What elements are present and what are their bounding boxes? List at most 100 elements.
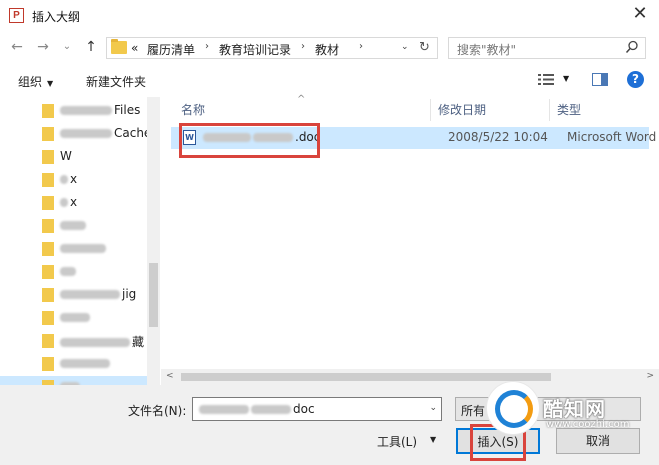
redacted-text [60, 221, 86, 230]
view-dropdown-icon[interactable]: ▼ [563, 74, 569, 83]
chevron-down-icon[interactable]: ▼ [430, 435, 436, 444]
chevron-down-icon[interactable]: ⌄ [429, 403, 437, 413]
preview-pane-icon[interactable] [592, 73, 608, 86]
sidebar-item-label [60, 218, 88, 232]
redacted-text [60, 338, 130, 347]
folder-icon [42, 196, 54, 210]
sidebar-item-label: x [60, 195, 77, 209]
folder-icon [42, 334, 54, 348]
column-divider[interactable] [430, 99, 431, 121]
address-bar[interactable]: « 履历清单 › 教育培训记录 › 教材 › ⌄ ↻ [106, 37, 438, 59]
sidebar-item[interactable]: Files [0, 100, 147, 122]
refresh-icon[interactable]: ↻ [419, 40, 430, 55]
scroll-left-icon[interactable]: < [166, 371, 174, 381]
watermark-url: www.coozhi.com [546, 419, 630, 430]
redacted-text [60, 290, 120, 299]
sidebar-item[interactable] [0, 238, 147, 260]
breadcrumb-separator[interactable]: › [301, 41, 305, 52]
filename-field[interactable]: doc ⌄ [192, 397, 442, 421]
column-header-modified[interactable]: 修改日期 [438, 97, 548, 123]
column-header-type[interactable]: 类型 [557, 97, 647, 123]
folder-icon [42, 357, 54, 371]
title-bar: P 插入大纲 ✕ [0, 0, 659, 31]
redacted-text [60, 267, 76, 276]
breadcrumb-item[interactable]: 教育培训记录 [219, 41, 291, 58]
watermark-brand: 酷知网 [543, 397, 606, 421]
up-button[interactable]: ↑ [82, 38, 100, 56]
redacted-text [199, 405, 249, 414]
folder-icon [42, 288, 54, 302]
close-button[interactable]: ✕ [629, 4, 651, 26]
sidebar-item-label [60, 356, 112, 370]
nav-scrollbar[interactable] [147, 97, 160, 385]
sidebar-item[interactable]: W [0, 146, 147, 168]
file-type-value: 所有 [461, 404, 486, 418]
address-dropdown-icon[interactable]: ⌄ [401, 42, 409, 52]
redacted-text [251, 405, 291, 414]
search-icon[interactable] [625, 40, 639, 54]
forward-button[interactable]: → [34, 38, 52, 56]
scroll-right-icon[interactable]: > [646, 371, 654, 381]
sidebar-item[interactable] [0, 307, 147, 329]
folder-icon [42, 311, 54, 325]
window-title: 插入大纲 [32, 10, 81, 24]
redacted-text [60, 175, 68, 184]
breadcrumb-separator[interactable]: › [359, 41, 363, 52]
watermark-logo-icon [487, 382, 539, 434]
folder-icon [42, 219, 54, 233]
filename-value: doc [199, 402, 315, 416]
breadcrumb-separator[interactable]: › [205, 41, 209, 52]
folder-icon [42, 150, 54, 164]
organize-menu[interactable]: 组织 ▼ [18, 73, 53, 90]
help-icon[interactable]: ? [627, 71, 644, 88]
sidebar-item-label: jig [60, 287, 136, 301]
breadcrumb-item[interactable]: 履历清单 [147, 41, 195, 58]
command-bar: 组织 ▼ 新建文件夹 ▼ ? [0, 63, 659, 97]
watermark-ring [495, 390, 533, 428]
horizontal-scrollbar[interactable]: < > [161, 369, 659, 385]
new-folder-button[interactable]: 新建文件夹 [86, 73, 146, 90]
search-input[interactable]: 搜索"教材" [448, 37, 646, 59]
sidebar-item[interactable] [0, 215, 147, 237]
sidebar-item[interactable]: jig [0, 284, 147, 306]
sidebar-item[interactable] [0, 353, 147, 375]
powerpoint-app-icon: P [9, 8, 24, 23]
nav-scrollbar-thumb[interactable] [149, 263, 158, 327]
highlight-box [179, 123, 320, 158]
file-type: Microsoft Word ... [567, 130, 659, 144]
sidebar-item[interactable]: x [0, 192, 147, 214]
sidebar-item[interactable]: 藏 [0, 330, 147, 352]
sidebar-item-label: Files [60, 103, 140, 117]
breadcrumb-item[interactable]: 教材 [315, 41, 339, 58]
sidebar-item[interactable] [0, 261, 147, 283]
search-placeholder: 搜索"教材" [457, 43, 517, 57]
column-header-name[interactable]: 名称 [181, 97, 431, 123]
sidebar-item-label: 藏 [60, 333, 144, 350]
back-button[interactable]: ← [8, 38, 26, 56]
sidebar-item-label [60, 241, 108, 255]
filename-label: 文件名(N): [128, 404, 187, 418]
tools-menu[interactable]: 工具(L) [377, 433, 417, 450]
folder-icon [42, 242, 54, 256]
redacted-text [60, 106, 112, 115]
folder-icon [42, 104, 54, 118]
horizontal-scrollbar-thumb[interactable] [181, 373, 551, 381]
breadcrumb-overflow[interactable]: « [131, 41, 138, 55]
chevron-down-icon: ▼ [47, 79, 54, 88]
sidebar-item-label [60, 310, 92, 324]
navigation-pane: 藏 jig x x W Cache Files [0, 97, 160, 398]
sidebar-item[interactable]: Cache [0, 123, 151, 145]
recent-locations-button[interactable]: ⌄ [58, 38, 76, 56]
folder-icon [42, 127, 54, 141]
file-modified-date: 2008/5/22 10:04 [448, 130, 548, 144]
folder-icon [42, 173, 54, 187]
cancel-button[interactable]: 取消 [556, 428, 640, 454]
sort-ascending-icon: ^ [297, 94, 306, 105]
column-divider[interactable] [549, 99, 550, 121]
sidebar-item[interactable]: x [0, 169, 147, 191]
view-options-icon[interactable] [538, 73, 554, 86]
sidebar-item-label: Cache [60, 126, 151, 140]
redacted-text [60, 313, 90, 322]
sidebar-item-label: x [60, 172, 77, 186]
folder-icon [42, 265, 54, 279]
